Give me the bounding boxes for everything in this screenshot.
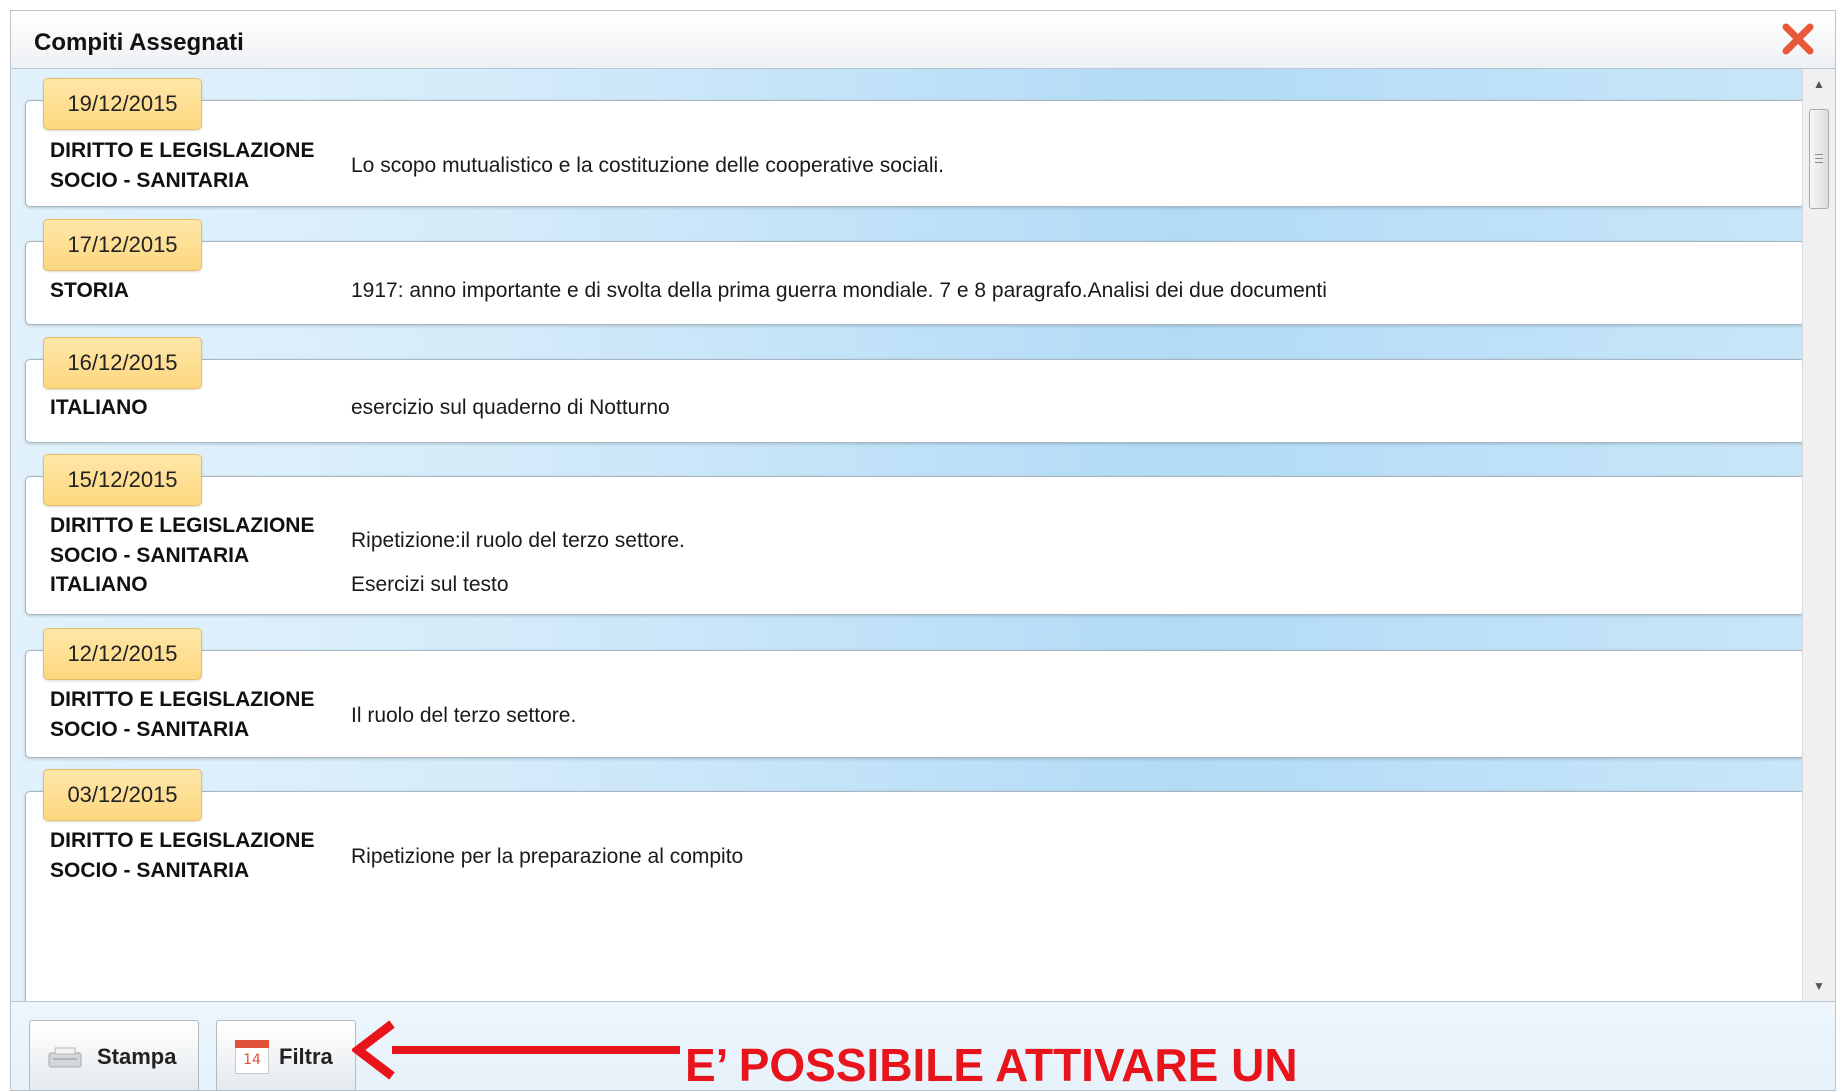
subject-label: DIRITTO E LEGISLAZIONE SOCIO - SANITARIA [50,829,315,882]
homework-entry: DIRITTO E LEGISLAZIONE SOCIO - SANITARIA… [25,628,1805,758]
homework-description: Ripetizione:il ruolo del terzo settore. [351,529,685,552]
vertical-scrollbar[interactable]: ▲ ▼ [1802,69,1835,1001]
assigned-homework-dialog: Compiti Assegnati DIRITTO E LEGISLAZIONE… [10,10,1836,1091]
scroll-up-arrow-icon[interactable]: ▲ [1803,71,1835,97]
homework-card: STORIA 1917: anno importante e di svolta… [25,241,1805,325]
homework-list[interactable]: DIRITTO E LEGISLAZIONE SOCIO - SANITARIA… [11,69,1805,1001]
subject-label: ITALIANO [50,573,148,596]
dialog-title: Compiti Assegnati [34,29,244,56]
filter-button[interactable]: 14 Filtra [216,1020,356,1090]
date-tab: 19/12/2015 [43,78,202,130]
homework-entry: ITALIANO esercizio sul quaderno di Nottu… [25,337,1805,443]
title-bar: Compiti Assegnati [11,11,1835,69]
scroll-thumb[interactable] [1809,109,1829,209]
homework-description: esercizio sul quaderno di Notturno [351,396,670,419]
date-tab: 03/12/2015 [43,769,202,821]
date-tab: 12/12/2015 [43,628,202,680]
calendar-day: 14 [243,1052,261,1068]
print-button[interactable]: Stampa [29,1020,199,1090]
homework-card: DIRITTO E LEGISLAZIONE SOCIO - SANITARIA… [25,100,1805,207]
homework-description: 1917: anno importante e di svolta della … [351,279,1327,302]
homework-card: DIRITTO E LEGISLAZIONE SOCIO - SANITARIA… [25,650,1805,758]
printer-icon [48,1047,82,1068]
calendar-icon: 14 [235,1040,269,1074]
homework-description: Esercizi sul testo [351,573,509,596]
homework-card: DIRITTO E LEGISLAZIONE SOCIO - SANITARIA… [25,791,1805,1001]
filter-button-label: Filtra [279,1044,333,1069]
subject-label: STORIA [50,279,129,302]
homework-description: Lo scopo mutualistico e la costituzione … [351,154,944,177]
scroll-down-arrow-icon[interactable]: ▼ [1803,973,1835,999]
subject-label: DIRITTO E LEGISLAZIONE SOCIO - SANITARIA [50,688,315,741]
homework-entry: DIRITTO E LEGISLAZIONE SOCIO - SANITARIA… [25,769,1805,1001]
homework-entry: STORIA 1917: anno importante e di svolta… [25,219,1805,325]
date-tab: 16/12/2015 [43,337,202,389]
close-icon[interactable] [1781,22,1815,56]
subject-label: ITALIANO [50,396,148,419]
annotation-text: E’ POSSIBILE ATTIVARE UN [685,1039,1298,1091]
homework-card: ITALIANO esercizio sul quaderno di Nottu… [25,359,1805,443]
homework-entry: DIRITTO E LEGISLAZIONE SOCIO - SANITARIA… [25,454,1805,615]
homework-description: Il ruolo del terzo settore. [351,704,577,727]
annotation-arrow-icon [352,1020,680,1080]
subject-label: DIRITTO E LEGISLAZIONE SOCIO - SANITARIA [50,514,315,567]
homework-description: Ripetizione per la preparazione al compi… [351,845,744,868]
date-tab: 15/12/2015 [43,454,202,506]
subject-label: DIRITTO E LEGISLAZIONE SOCIO - SANITARIA [50,139,315,192]
print-button-label: Stampa [97,1044,177,1069]
homework-card: DIRITTO E LEGISLAZIONE SOCIO - SANITARIA… [25,476,1805,615]
homework-entry: DIRITTO E LEGISLAZIONE SOCIO - SANITARIA… [25,78,1805,207]
date-tab: 17/12/2015 [43,219,202,271]
